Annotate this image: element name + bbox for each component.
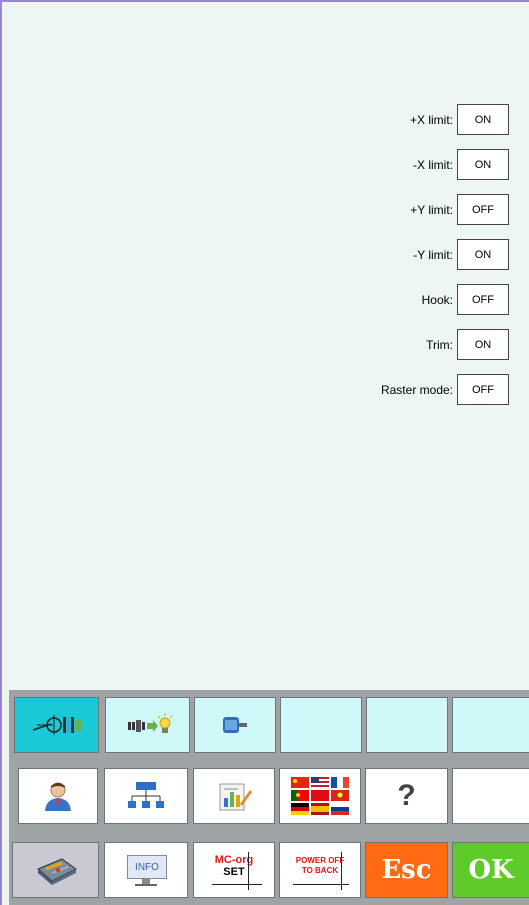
status-row-raster-mode: Raster mode: OFF — [381, 373, 509, 406]
mc-org-set-label: SET — [223, 866, 245, 878]
network-icon — [128, 782, 164, 808]
power-off-to-back-button[interactable]: POWER OFF TO BACK — [279, 842, 361, 898]
mc-org-set-button[interactable]: MC-org SET — [193, 842, 275, 898]
help-icon: ? — [397, 779, 416, 812]
tab-empty-4[interactable] — [280, 697, 362, 753]
info-button[interactable]: INFO — [104, 842, 188, 898]
status-value: ON — [457, 104, 509, 135]
status-row-plus-y: +Y limit: OFF — [410, 193, 509, 226]
tab-empty-5[interactable] — [366, 697, 448, 753]
esc-button[interactable]: Esc — [365, 842, 448, 898]
toolbox-icon — [36, 858, 77, 885]
tab-empty-6[interactable] — [452, 697, 529, 753]
io-port-icon — [32, 715, 81, 735]
status-label: +Y limit: — [410, 202, 453, 217]
report-button[interactable] — [193, 768, 275, 824]
tab-motor[interactable] — [194, 697, 276, 753]
output-light-icon — [127, 713, 172, 733]
status-value: OFF — [457, 374, 509, 405]
user-icon — [45, 782, 71, 811]
status-label: -Y limit: — [413, 247, 453, 262]
status-label: Hook: — [421, 292, 453, 307]
info-label: INFO — [127, 855, 167, 879]
status-label: +X limit: — [409, 112, 453, 127]
tools-button[interactable] — [12, 842, 99, 898]
status-row-hook: Hook: OFF — [422, 283, 509, 316]
power-off-icon: POWER OFF TO BACK — [289, 850, 351, 890]
status-value: ON — [457, 149, 509, 180]
network-button[interactable] — [104, 768, 188, 824]
mc-org-label: MC-org — [214, 854, 254, 866]
user-button[interactable] — [18, 768, 98, 824]
tab-output-ports[interactable] — [105, 697, 190, 753]
language-flags-icon — [291, 777, 349, 815]
mc-org-icon: MC-org SET — [204, 850, 264, 890]
motor-icon — [223, 717, 247, 733]
status-value: ON — [457, 329, 509, 360]
monitor-icon: INFO — [123, 853, 169, 887]
empty-button[interactable] — [452, 768, 529, 824]
status-row-minus-y: -Y limit: ON — [413, 238, 509, 271]
status-row-plus-x: +X limit: ON — [410, 103, 509, 136]
status-label: Trim: — [426, 337, 453, 352]
status-value: OFF — [457, 284, 509, 315]
status-value: ON — [457, 239, 509, 270]
help-button[interactable]: ? — [365, 768, 448, 824]
tab-input-ports[interactable] — [14, 697, 99, 753]
language-button[interactable] — [279, 768, 361, 824]
status-label: Raster mode: — [380, 382, 453, 397]
status-row-minus-x: -X limit: ON — [413, 148, 509, 181]
ok-button[interactable]: OK — [452, 842, 529, 898]
status-label: -X limit: — [413, 157, 453, 172]
status-row-trim: Trim: ON — [426, 328, 509, 361]
status-value: OFF — [457, 194, 509, 225]
report-icon — [219, 783, 252, 811]
